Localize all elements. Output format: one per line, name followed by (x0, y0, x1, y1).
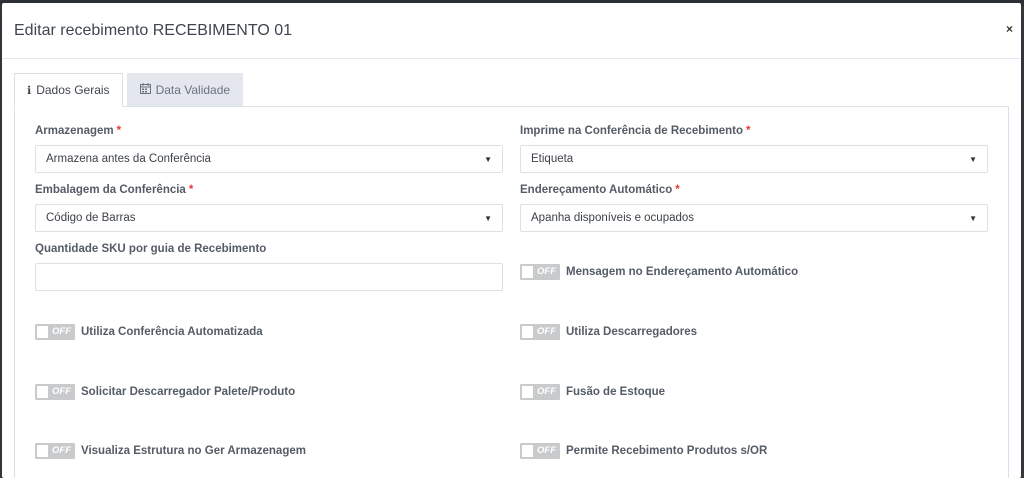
mensagem-switch[interactable]: OFF (520, 264, 560, 280)
modal-header: Editar recebimento RECEBIMENTO 01 × (2, 3, 1021, 59)
toggle-fusao-estoque: OFF Fusão de Estoque (520, 384, 665, 400)
tab-bar: ℹ Dados Gerais Data Validade (14, 73, 244, 107)
toggle-label: Utiliza Conferência Automatizada (81, 326, 263, 338)
toggle-mensagem-enderecamento: OFF Mensagem no Endereçamento Automático (520, 264, 798, 280)
caret-down-icon: ▼ (969, 213, 977, 223)
select-value: Código de Barras (46, 212, 136, 224)
field-label: Endereçamento Automático * (520, 184, 680, 196)
tab-label: Dados Gerais (36, 83, 110, 97)
toggle-label: Permite Recebimento Produtos s/OR (566, 445, 768, 457)
imprime-select[interactable]: Etiqueta ▼ (520, 145, 988, 173)
field-quantidade: Quantidade SKU por guia de Recebimento (35, 243, 503, 291)
toggle-solicitar-descarregador: OFF Solicitar Descarregador Palete/Produ… (35, 384, 295, 400)
field-label: Imprime na Conferência de Recebimento * (520, 125, 751, 137)
toggle-conferencia-automatizada: OFF Utiliza Conferência Automatizada (35, 324, 263, 340)
enderecamento-select[interactable]: Apanha disponíveis e ocupados ▼ (520, 204, 988, 232)
toggle-label: Solicitar Descarregador Palete/Produto (81, 386, 296, 398)
info-icon: ℹ (27, 84, 32, 97)
select-value: Etiqueta (531, 153, 574, 165)
select-value: Apanha disponíveis e ocupados (531, 212, 695, 224)
tab-dados-gerais[interactable]: ℹ Dados Gerais (14, 73, 123, 107)
quantidade-sku-input[interactable] (35, 263, 503, 291)
select-value: Armazena antes da Conferência (46, 153, 211, 165)
toggle-permite-recebimento: OFF Permite Recebimento Produtos s/OR (520, 443, 767, 459)
edit-receipt-modal: Editar recebimento RECEBIMENTO 01 × ℹ Da… (2, 3, 1021, 478)
tab-label: Data Validade (155, 83, 231, 97)
close-icon[interactable]: × (1006, 23, 1013, 35)
solicitar-descarregador-switch[interactable]: OFF (35, 384, 75, 400)
calendar-icon (139, 83, 151, 97)
toggle-label: Utiliza Descarregadores (566, 326, 698, 338)
descarregadores-switch[interactable]: OFF (520, 324, 560, 340)
fusao-estoque-switch[interactable]: OFF (520, 384, 560, 400)
field-enderecamento: Endereçamento Automático * Apanha disponí… (520, 184, 988, 232)
toggle-label: Visualiza Estrutura no Ger Armazenagem (81, 445, 306, 457)
field-imprime: Imprime na Conferência de Recebimento * E… (520, 125, 988, 173)
visualiza-estrutura-switch[interactable]: OFF (35, 443, 75, 459)
toggle-descarregadores: OFF Utiliza Descarregadores (520, 324, 697, 340)
caret-down-icon: ▼ (969, 154, 977, 164)
caret-down-icon: ▼ (484, 213, 492, 223)
toggle-label: Fusão de Estoque (566, 386, 666, 398)
embalagem-select[interactable]: Código de Barras ▼ (35, 204, 503, 232)
field-label: Armazenagem * (35, 125, 122, 137)
permite-recebimento-switch[interactable]: OFF (520, 443, 560, 459)
caret-down-icon: ▼ (484, 154, 492, 164)
toggle-visualiza-estrutura: OFF Visualiza Estrutura no Ger Armazenag… (35, 443, 306, 459)
toggle-label: Mensagem no Endereçamento Automático (566, 266, 799, 278)
conferencia-automatizada-switch[interactable]: OFF (35, 324, 75, 340)
field-label: Quantidade SKU por guia de Recebimento (35, 243, 267, 255)
armazenagem-select[interactable]: Armazena antes da Conferência ▼ (35, 145, 503, 173)
tab-panel-dados-gerais: Armazenagem * Armazena antes da Conferênc… (14, 106, 1009, 478)
field-embalagem: Embalagem da Conferência * Código de Barr… (35, 184, 503, 232)
modal-title: Editar recebimento RECEBIMENTO 01 (14, 22, 293, 39)
field-armazenagem: Armazenagem * Armazena antes da Conferênc… (35, 125, 503, 173)
field-label: Embalagem da Conferência * (35, 184, 194, 196)
tab-data-validade[interactable]: Data Validade (126, 73, 244, 107)
